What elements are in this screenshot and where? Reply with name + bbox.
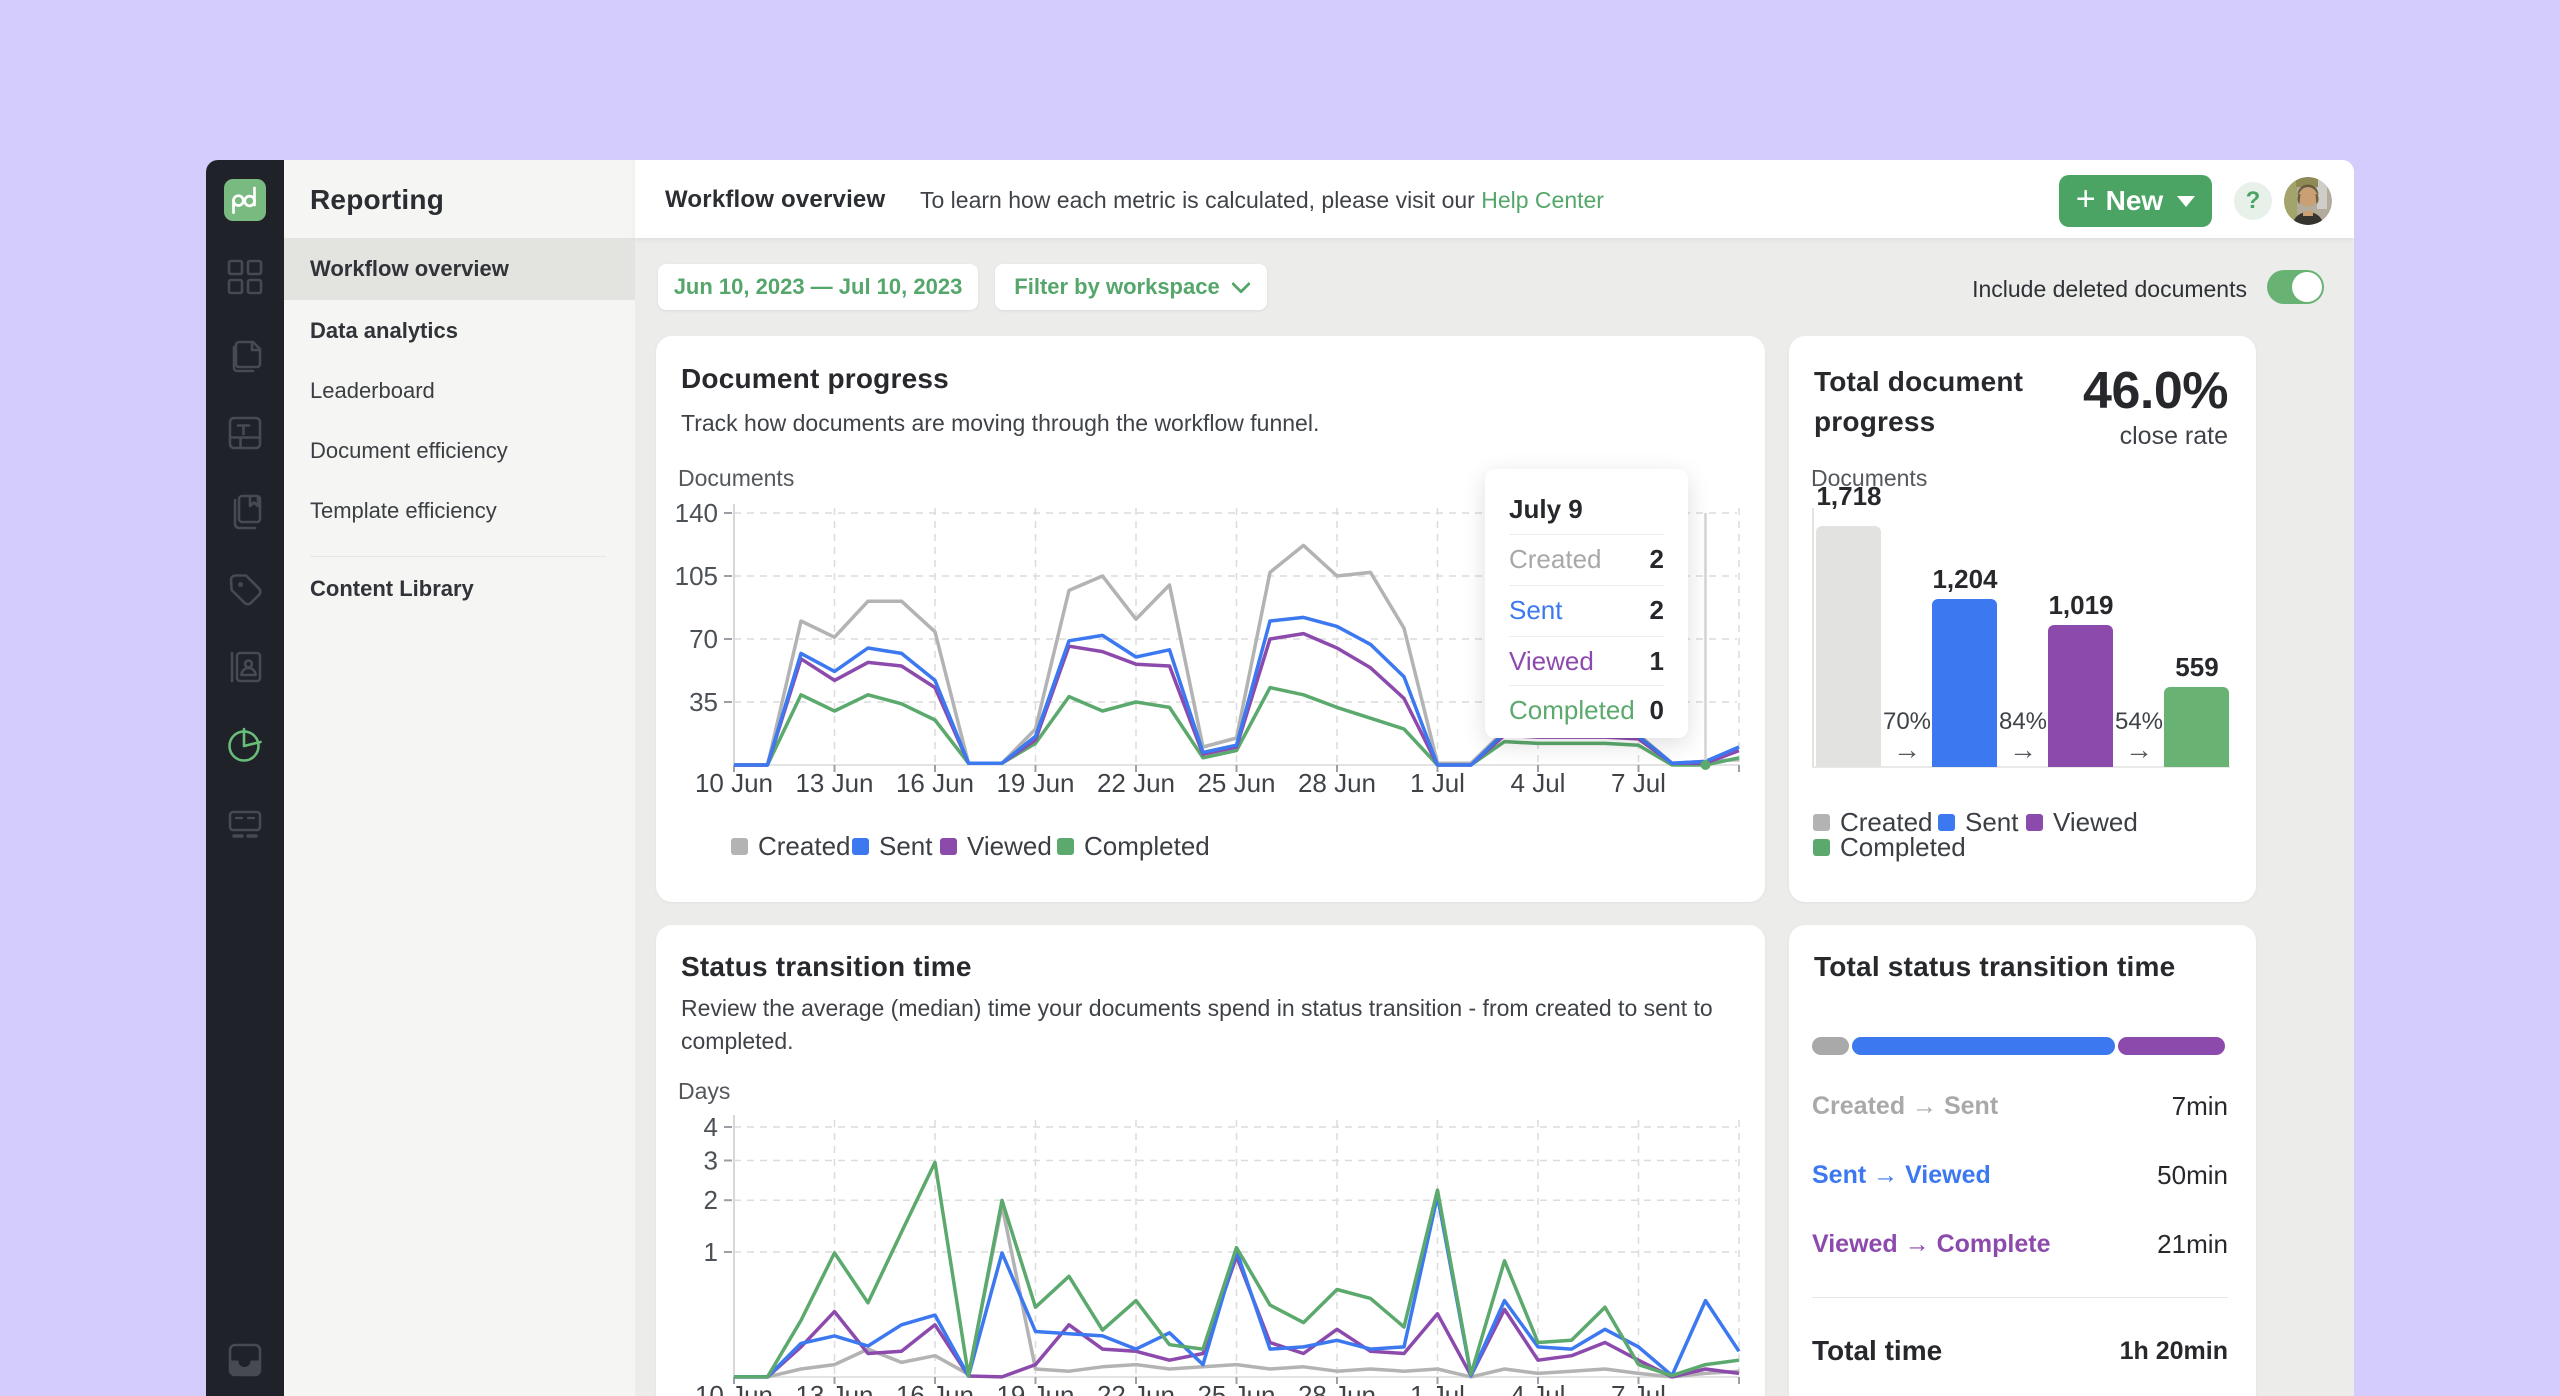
svg-text:10 Jun: 10 Jun [695,768,773,798]
svg-text:13 Jun: 13 Jun [795,768,873,798]
svg-text:10 Jun: 10 Jun [695,1380,773,1396]
svg-text:1: 1 [704,1237,718,1267]
svg-text:1 Jul: 1 Jul [1410,768,1465,798]
svg-text:28 Jun: 28 Jun [1298,1380,1376,1396]
svg-text:19 Jun: 19 Jun [996,768,1074,798]
svg-text:2: 2 [704,1185,718,1215]
svg-text:25 Jun: 25 Jun [1197,768,1275,798]
svg-text:28 Jun: 28 Jun [1298,768,1376,798]
svg-text:22 Jun: 22 Jun [1097,768,1175,798]
svg-text:25 Jun: 25 Jun [1197,1380,1275,1396]
svg-text:3: 3 [704,1146,718,1176]
svg-text:1 Jul: 1 Jul [1410,1380,1465,1396]
svg-text:140: 140 [675,498,718,528]
svg-text:7 Jul: 7 Jul [1611,768,1666,798]
svg-text:4: 4 [704,1112,718,1142]
svg-text:70: 70 [689,624,718,654]
svg-text:7 Jul: 7 Jul [1611,1380,1666,1396]
svg-text:16 Jun: 16 Jun [896,768,974,798]
svg-text:22 Jun: 22 Jun [1097,1380,1175,1396]
svg-text:13 Jun: 13 Jun [795,1380,873,1396]
svg-text:19 Jun: 19 Jun [996,1380,1074,1396]
svg-text:105: 105 [675,561,718,591]
svg-text:4 Jul: 4 Jul [1511,1380,1566,1396]
svg-text:4 Jul: 4 Jul [1511,768,1566,798]
svg-text:35: 35 [689,687,718,717]
svg-text:16 Jun: 16 Jun [896,1380,974,1396]
